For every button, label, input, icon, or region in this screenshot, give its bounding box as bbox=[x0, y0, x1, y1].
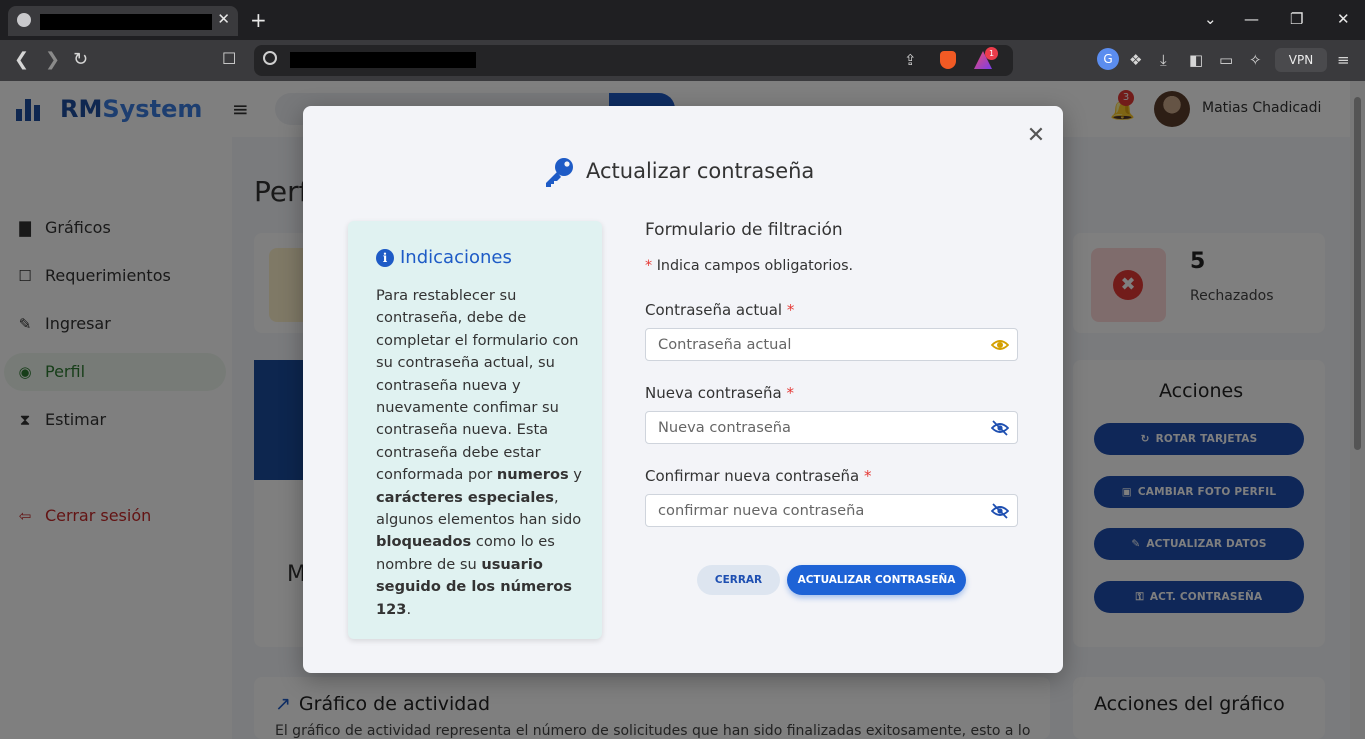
tab-list-icon[interactable]: ⌄ bbox=[1204, 10, 1217, 28]
eye-slash-icon[interactable] bbox=[991, 420, 1009, 436]
modal-title: Actualizar contraseña bbox=[586, 159, 815, 183]
address-bar[interactable]: ⇪ 1 bbox=[254, 45, 1013, 76]
required-star: * bbox=[786, 384, 795, 402]
share-icon[interactable]: ⇪ bbox=[904, 51, 917, 69]
instructions-text-part: . bbox=[406, 600, 412, 618]
close-tab-icon[interactable]: ✕ bbox=[217, 10, 230, 28]
browser-toolbar: ❮ ❯ ↻ ☐ ⇪ 1 G ❖ ⤓ ◧ ▭ ✧ VPN ≡ bbox=[0, 40, 1365, 81]
restore-button[interactable]: ❐ bbox=[1290, 10, 1303, 28]
required-note: * Indica campos obligatorios. bbox=[645, 258, 853, 274]
required-note-text: Indica campos obligatorios. bbox=[652, 258, 854, 274]
browser-tab-bar: ✕ + ⌄ — ❐ ✕ bbox=[0, 0, 1365, 40]
new-tab-button[interactable]: + bbox=[250, 8, 267, 32]
rewards-badge: 1 bbox=[985, 47, 998, 60]
new-password-input[interactable] bbox=[646, 412, 976, 443]
confirm-password-input[interactable] bbox=[646, 495, 976, 526]
globe-icon bbox=[17, 13, 31, 27]
instructions-title: Indicaciones bbox=[400, 247, 512, 268]
instructions-bold-part: numeros bbox=[496, 466, 569, 484]
close-window-button[interactable]: ✕ bbox=[1337, 10, 1350, 28]
update-password-submit-button[interactable]: ACTUALIZAR CONTRASEÑA bbox=[787, 565, 966, 595]
required-star: * bbox=[864, 467, 872, 485]
tab-title-redacted bbox=[40, 14, 212, 30]
info-icon: i bbox=[376, 249, 394, 267]
instructions-text-part: Para restablecer su contraseña, debe de … bbox=[376, 287, 579, 484]
extensions-icon[interactable]: ❖ bbox=[1129, 51, 1142, 69]
sidebar-toggle-icon[interactable]: ◧ bbox=[1189, 51, 1203, 69]
reload-icon[interactable]: ↻ bbox=[73, 49, 88, 70]
current-password-input[interactable] bbox=[646, 329, 976, 360]
leo-ai-icon[interactable]: ✧ bbox=[1249, 51, 1262, 69]
close-button[interactable]: CERRAR bbox=[697, 565, 780, 595]
close-icon[interactable]: ✕ bbox=[1022, 122, 1050, 150]
instructions-bold-part: carácteres especiales bbox=[376, 488, 554, 506]
label-text: Contraseña actual bbox=[645, 301, 783, 319]
download-icon[interactable]: ⤓ bbox=[1160, 51, 1167, 69]
minimize-button[interactable]: — bbox=[1244, 10, 1259, 28]
form-title: Formulario de filtración bbox=[645, 220, 843, 240]
vpn-button[interactable]: VPN bbox=[1275, 48, 1327, 72]
eye-icon[interactable] bbox=[991, 337, 1009, 353]
wallet-icon[interactable]: ▭ bbox=[1219, 51, 1233, 69]
current-password-field bbox=[645, 328, 1018, 361]
url-redacted bbox=[290, 52, 476, 68]
bookmark-icon[interactable]: ☐ bbox=[222, 49, 236, 68]
update-password-modal: ✕ Actualizar contraseña i Indicaciones P… bbox=[303, 106, 1063, 673]
browser-tab[interactable]: ✕ bbox=[8, 6, 238, 36]
instructions-text: Para restablecer su contraseña, debe de … bbox=[376, 285, 588, 621]
menu-icon[interactable]: ≡ bbox=[1337, 51, 1350, 69]
label-text: Confirmar nueva contraseña bbox=[645, 467, 860, 485]
instructions-bold-part: bloqueados bbox=[376, 533, 472, 551]
new-password-field bbox=[645, 411, 1018, 444]
key-icon bbox=[546, 158, 573, 187]
current-password-label: Contraseña actual * bbox=[645, 301, 794, 319]
required-star: * bbox=[786, 301, 795, 319]
confirm-password-label: Confirmar nueva contraseña * bbox=[645, 467, 872, 485]
brave-shields-icon[interactable] bbox=[940, 51, 956, 69]
forward-icon[interactable]: ❯ bbox=[45, 49, 60, 70]
instructions-panel: i Indicaciones Para restablecer su contr… bbox=[348, 221, 602, 639]
back-icon[interactable]: ❮ bbox=[14, 49, 29, 70]
confirm-password-field bbox=[645, 494, 1018, 527]
label-text: Nueva contraseña bbox=[645, 384, 782, 402]
eye-slash-icon[interactable] bbox=[991, 503, 1009, 519]
translate-extension-icon[interactable]: G bbox=[1097, 48, 1119, 70]
new-password-label: Nueva contraseña * bbox=[645, 384, 794, 402]
site-info-icon[interactable] bbox=[263, 51, 277, 65]
instructions-text-part: y bbox=[568, 466, 582, 484]
